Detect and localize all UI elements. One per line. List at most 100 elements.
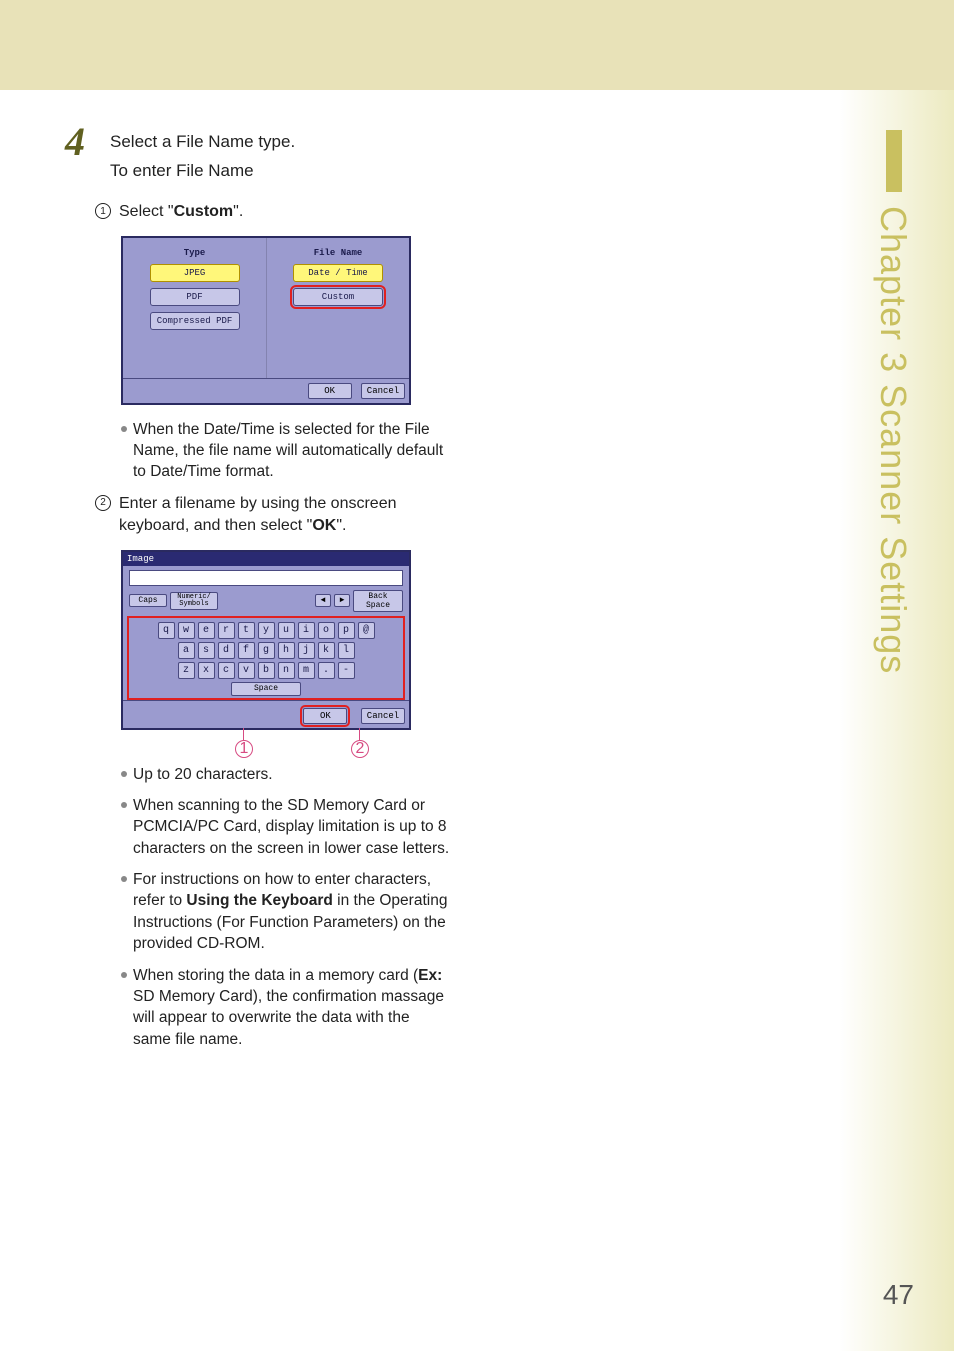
key-g[interactable]: g <box>258 642 275 659</box>
kb-row1: qwertyuiop@ <box>131 622 401 639</box>
chapter-tab <box>886 130 902 192</box>
key-u[interactable]: u <box>278 622 295 639</box>
space-key[interactable]: Space <box>231 682 301 696</box>
key--[interactable]: - <box>338 662 355 679</box>
type-column: Type JPEG PDF Compressed PDF <box>123 238 266 378</box>
key-k[interactable]: k <box>318 642 335 659</box>
circled-num-1: 1 <box>95 203 111 219</box>
key-a[interactable]: a <box>178 642 195 659</box>
bullet-datetime-note: When the Date/Time is selected for the F… <box>133 419 451 483</box>
kb-row2: asdfghjkl <box>131 642 401 659</box>
key-c[interactable]: c <box>218 662 235 679</box>
screenshot-footer: OK Cancel <box>123 378 409 403</box>
sub1-bold: Custom <box>174 203 234 220</box>
caps-button[interactable]: Caps <box>129 594 167 607</box>
chapter-spacer <box>873 373 914 384</box>
step-line-1: Select a File Name type. <box>110 130 450 155</box>
chapter-label: Chapter 3 <box>873 206 914 373</box>
key-f[interactable]: f <box>238 642 255 659</box>
bullet-dot <box>121 426 127 432</box>
bullet-dot <box>121 771 127 777</box>
sub2-pre: Enter a filename by using the onscreen k… <box>119 495 397 534</box>
chapter-title-vertical: Chapter 3 Scanner Settings <box>872 206 914 674</box>
kb-footer: OK Cancel <box>123 700 409 728</box>
bullet-sdcard: When scanning to the SD Memory Card or P… <box>133 795 451 859</box>
key-w[interactable]: w <box>178 622 195 639</box>
key-v[interactable]: v <box>238 662 255 679</box>
bullet-dot <box>121 972 127 978</box>
key-p[interactable]: p <box>338 622 355 639</box>
type-label: Type <box>131 248 258 258</box>
b4-post: SD Memory Card), the confirmation massag… <box>133 988 444 1048</box>
numeric-symbols-button[interactable]: Numeric/ Symbols <box>170 592 218 610</box>
key-d[interactable]: d <box>218 642 235 659</box>
b4-pre: When storing the data in a memory card ( <box>133 967 418 984</box>
kb-row3: zxcvbnm.- <box>131 662 401 679</box>
filename-label: File Name <box>275 248 401 258</box>
key-j[interactable]: j <box>298 642 315 659</box>
cancel-button[interactable]: Cancel <box>361 383 405 399</box>
b4-bold: Ex: <box>418 967 442 984</box>
callout-row: 1 2 <box>121 730 411 758</box>
sub2-post: ". <box>336 517 346 534</box>
callout-line-2 <box>359 728 360 740</box>
filename-column: File Name Date / Time Custom <box>266 238 409 378</box>
sub1-pre: Select " <box>119 203 174 220</box>
sub-step-1: 1 Select "Custom". <box>95 201 585 223</box>
note-block-1: When the Date/Time is selected for the F… <box>121 419 451 483</box>
key-h[interactable]: h <box>278 642 295 659</box>
kb-ok-button[interactable]: OK <box>303 708 347 724</box>
datetime-button[interactable]: Date / Time <box>293 264 383 282</box>
page-number: 47 <box>883 1279 914 1311</box>
sub1-text: Select "Custom". <box>119 201 455 223</box>
key-z[interactable]: z <box>178 662 195 679</box>
kb-control-row: Caps Numeric/ Symbols ◄ ► Back Space <box>123 590 409 616</box>
key-t[interactable]: t <box>238 622 255 639</box>
key-y[interactable]: y <box>258 622 275 639</box>
callout-num-2: 2 <box>351 740 369 758</box>
kb-text-input[interactable] <box>129 570 403 586</box>
jpeg-button[interactable]: JPEG <box>150 264 240 282</box>
backspace-button[interactable]: Back Space <box>353 590 403 612</box>
key-e[interactable]: e <box>198 622 215 639</box>
step-instruction: Select a File Name type. To enter File N… <box>110 130 450 183</box>
kb-keys-highlight: qwertyuiop@ asdfghjkl zxcvbnm.- Space <box>129 618 403 698</box>
key-s[interactable]: s <box>198 642 215 659</box>
key-@[interactable]: @ <box>358 622 375 639</box>
sub2-text: Enter a filename by using the onscreen k… <box>119 493 455 538</box>
bullet-keyboard-ref: For instructions on how to enter charact… <box>133 869 451 955</box>
key-n[interactable]: n <box>278 662 295 679</box>
key-r[interactable]: r <box>218 622 235 639</box>
ok-button[interactable]: OK <box>308 383 352 399</box>
callout-line-1 <box>243 728 244 740</box>
b3-bold: Using the Keyboard <box>186 892 332 909</box>
bullet-dot <box>121 802 127 808</box>
note-block-2: Up to 20 characters. When scanning to th… <box>121 764 451 1051</box>
key-m[interactable]: m <box>298 662 315 679</box>
key-b[interactable]: b <box>258 662 275 679</box>
screenshot-type-filename: Type JPEG PDF Compressed PDF File Name D… <box>121 236 411 405</box>
screenshot-keyboard: Image Caps Numeric/ Symbols ◄ ► Back Spa… <box>121 550 411 730</box>
kb-title-bar: Image <box>123 552 409 566</box>
bullet-dot <box>121 876 127 882</box>
key-l[interactable]: l <box>338 642 355 659</box>
arrow-right-button[interactable]: ► <box>334 594 350 607</box>
circled-num-2: 2 <box>95 495 111 511</box>
arrow-left-button[interactable]: ◄ <box>315 594 331 607</box>
key-o[interactable]: o <box>318 622 335 639</box>
callout-num-1: 1 <box>235 740 253 758</box>
compressed-pdf-button[interactable]: Compressed PDF <box>150 312 240 330</box>
kb-cancel-button[interactable]: Cancel <box>361 708 405 724</box>
key-i[interactable]: i <box>298 622 315 639</box>
pdf-button[interactable]: PDF <box>150 288 240 306</box>
key-q[interactable]: q <box>158 622 175 639</box>
sub2-bold: OK <box>312 517 336 534</box>
key-x[interactable]: x <box>198 662 215 679</box>
custom-button[interactable]: Custom <box>293 288 383 306</box>
step-line-2: To enter File Name <box>110 159 450 184</box>
sub-step-2: 2 Enter a filename by using the onscreen… <box>95 493 585 538</box>
sub1-post: ". <box>233 203 243 220</box>
section-label: Scanner Settings <box>873 384 914 674</box>
bullet-overwrite: When storing the data in a memory card (… <box>133 965 451 1051</box>
key-.[interactable]: . <box>318 662 335 679</box>
